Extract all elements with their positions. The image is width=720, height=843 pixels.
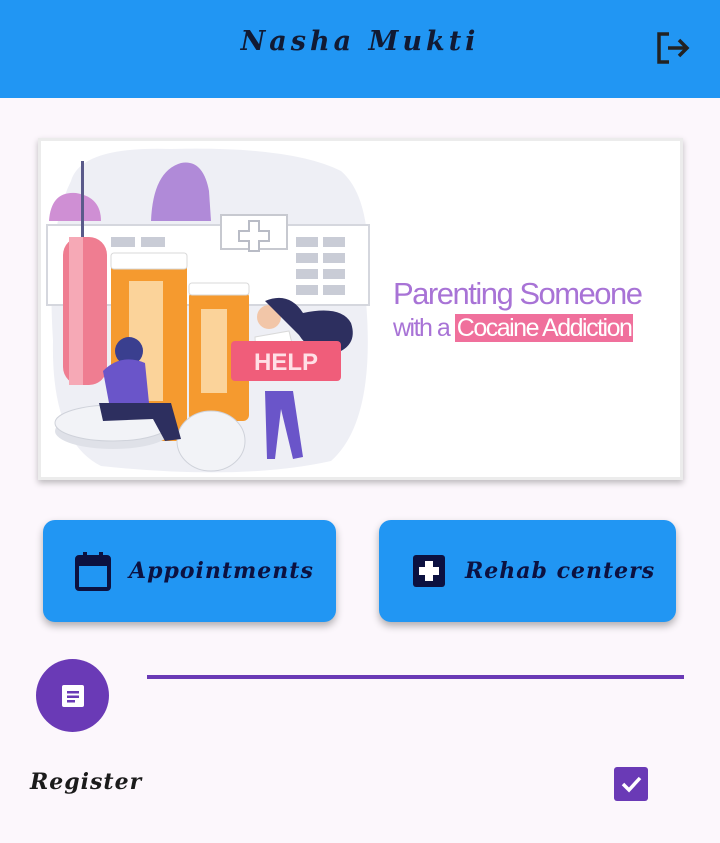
medical-cross-icon <box>411 551 447 591</box>
register-label: Register <box>30 769 143 795</box>
calendar-icon <box>75 551 111 591</box>
rehab-centers-label: Rehab centers <box>465 558 656 584</box>
document-icon <box>61 684 84 707</box>
banner-line-2-prefix: with a <box>393 314 455 342</box>
rehab-centers-button[interactable]: Rehab centers <box>379 520 676 622</box>
app-title: Nasha Mukti <box>240 26 480 57</box>
check-icon <box>621 776 642 793</box>
register-checkbox[interactable] <box>614 767 648 801</box>
step-progress-line <box>147 675 684 679</box>
banner-line-1: Parenting Someone <box>393 276 643 311</box>
banner-card: HELP Parenting Someone with a Cocaine Ad… <box>38 138 683 480</box>
help-illustration: HELP <box>46 148 370 473</box>
banner-highlight: Cocaine Addiction <box>454 314 634 342</box>
logout-icon <box>657 32 690 64</box>
banner-line-2: with a Cocaine Addiction <box>393 313 668 343</box>
app-bar: Nasha Mukti <box>0 0 720 98</box>
step-indicator[interactable] <box>36 659 109 732</box>
appointments-label: Appointments <box>129 558 314 584</box>
logout-button[interactable] <box>651 26 695 70</box>
banner-headline: Parenting Someone with a Cocaine Addicti… <box>393 277 668 343</box>
appointments-button[interactable]: Appointments <box>43 520 336 622</box>
help-sign-text: HELP <box>254 349 318 376</box>
